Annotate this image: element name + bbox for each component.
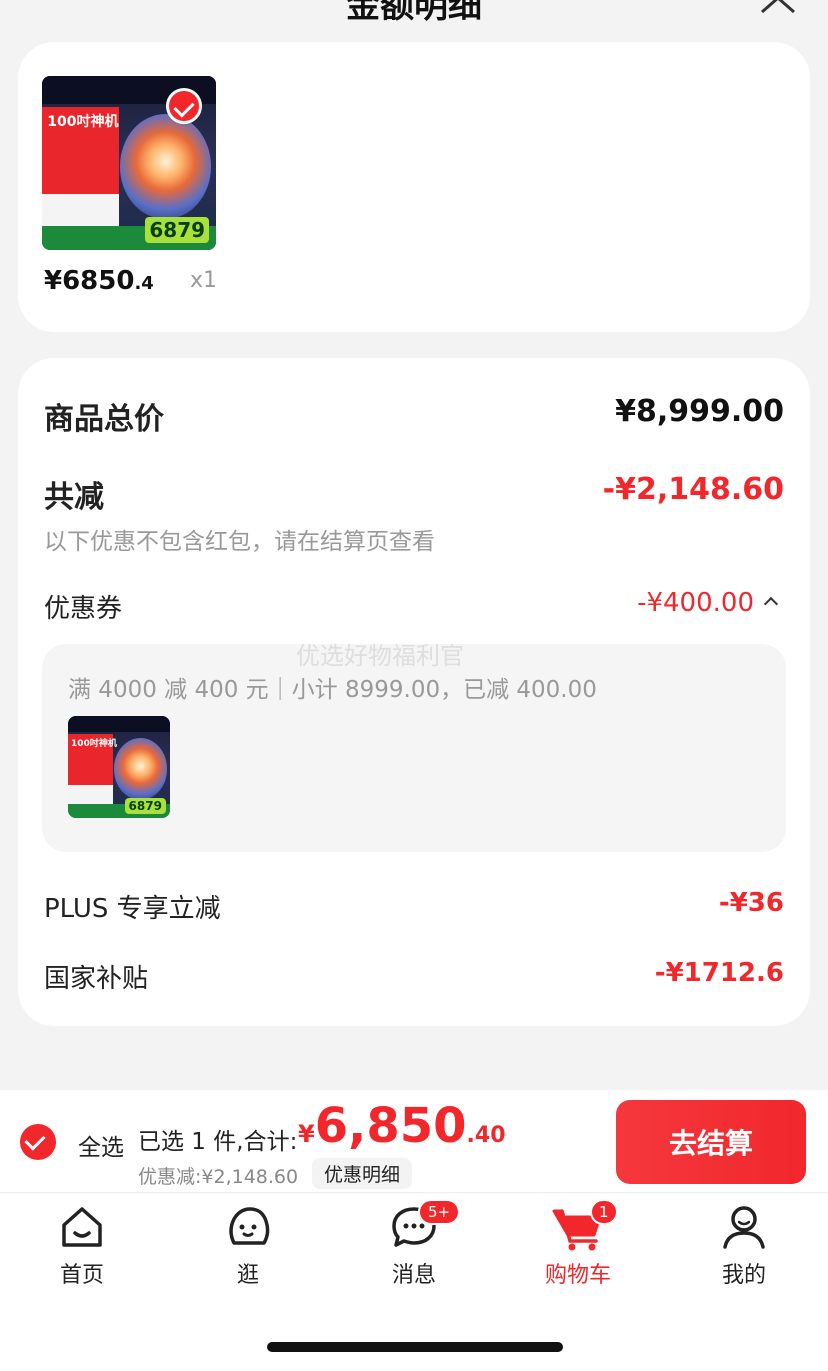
tab-browse[interactable]: 逛 bbox=[188, 1203, 308, 1289]
product-image-price: 6879 bbox=[145, 217, 210, 244]
page-title: 金额明细 bbox=[346, 0, 482, 26]
product-image-headline: 100吋神机 bbox=[47, 113, 119, 130]
total-price-label: 商品总价 bbox=[44, 402, 164, 437]
product-selected-check-icon[interactable] bbox=[166, 88, 202, 124]
select-all-check-icon[interactable] bbox=[20, 1124, 56, 1160]
checkout-currency: ¥ bbox=[298, 1120, 315, 1148]
product-card: 100吋神机 6879 ¥6850.4 x1 bbox=[18, 42, 810, 332]
tab-cart-label: 购物车 bbox=[544, 1263, 611, 1288]
chevron-up-icon bbox=[763, 596, 779, 612]
subsidy-label: 国家补贴 bbox=[44, 964, 149, 994]
close-icon[interactable] bbox=[758, 0, 798, 16]
product-price-int: ¥6850 bbox=[44, 266, 135, 296]
cart-badge: 1 bbox=[590, 1199, 618, 1225]
product-price-dec: .4 bbox=[134, 273, 154, 294]
discount-detail-button[interactable]: 优惠明细 bbox=[312, 1158, 413, 1189]
product-quantity: x1 bbox=[190, 268, 218, 293]
coupon-product-image: 100吋神机 6879 bbox=[68, 716, 170, 818]
coupon-product-headline: 100吋神机 bbox=[71, 739, 117, 750]
checkout-total: ¥6,850.40 bbox=[298, 1098, 506, 1154]
discount-summary: 优惠减:¥2,148.60 bbox=[138, 1166, 299, 1188]
total-price-value: ¥8,999.00 bbox=[615, 394, 784, 429]
checkout-total-dec: .40 bbox=[466, 1123, 506, 1148]
coupon-detail-text: 满 4000 减 400 元｜小计 8999.00，已减 400.00 bbox=[68, 677, 597, 703]
checkout-button[interactable]: 去结算 bbox=[616, 1100, 806, 1184]
plus-discount-value: -¥36 bbox=[718, 888, 784, 918]
tab-cart[interactable]: 1 购物车 bbox=[518, 1199, 638, 1289]
select-all-label[interactable]: 全选 bbox=[78, 1128, 124, 1162]
plus-discount-label: PLUS 专享立减 bbox=[44, 894, 221, 924]
home-indicator bbox=[267, 1342, 563, 1352]
price-summary-card: 商品总价 ¥8,999.00 共减 -¥2,148.60 以下优惠不包含红包，请… bbox=[18, 358, 810, 1026]
product-price: ¥6850.4 bbox=[44, 266, 154, 296]
home-icon bbox=[62, 1207, 102, 1247]
tab-messages[interactable]: 5+ 消息 bbox=[354, 1199, 474, 1289]
tab-profile-label: 我的 bbox=[721, 1263, 766, 1288]
total-reduce-value: -¥2,148.60 bbox=[602, 472, 784, 507]
tab-browse-label: 逛 bbox=[236, 1263, 259, 1288]
browse-icon bbox=[229, 1207, 270, 1245]
messages-badge: 5+ bbox=[418, 1199, 461, 1225]
watermark: 优选好物福利官 bbox=[296, 642, 464, 670]
subsidy-value: -¥1712.6 bbox=[654, 958, 784, 988]
profile-icon bbox=[723, 1206, 765, 1249]
reduce-note: 以下优惠不包含红包，请在结算页查看 bbox=[44, 529, 435, 555]
checkout-bar: 全选 已选 1 件,合计: ¥6,850.40 优惠减:¥2,148.60 优惠… bbox=[0, 1090, 828, 1192]
tab-home[interactable]: 首页 bbox=[22, 1203, 142, 1289]
coupon-toggle[interactable]: -¥400.00 bbox=[637, 588, 779, 618]
selected-count: 已选 1 件,合计: bbox=[138, 1129, 298, 1155]
coupon-product-price: 6879 bbox=[124, 797, 166, 814]
total-reduce-label: 共减 bbox=[44, 480, 104, 515]
coupon-label: 优惠券 bbox=[44, 594, 123, 624]
coupon-value: -¥400.00 bbox=[637, 588, 754, 618]
checkout-total-int: 6,850 bbox=[314, 1098, 467, 1154]
tab-profile[interactable]: 我的 bbox=[684, 1203, 804, 1289]
tab-home-label: 首页 bbox=[59, 1263, 104, 1288]
tab-messages-label: 消息 bbox=[391, 1263, 436, 1288]
